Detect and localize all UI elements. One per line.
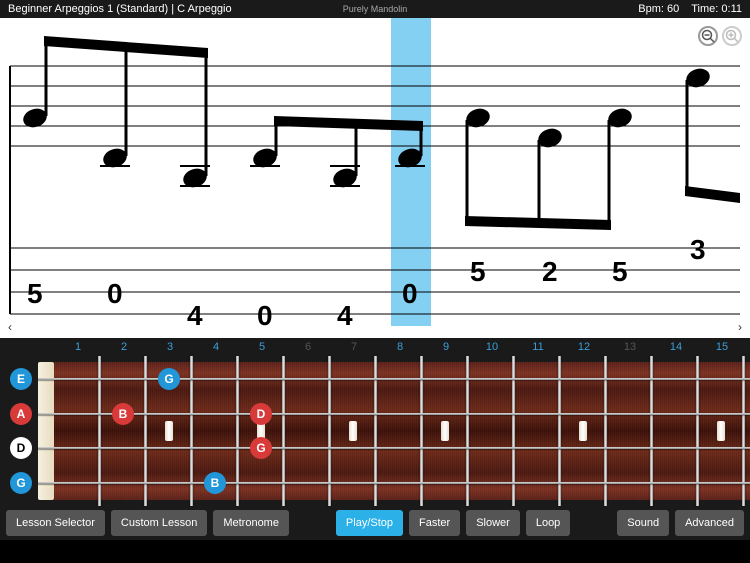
tab-num: 0 [107, 278, 123, 309]
fret-number: 12 [561, 341, 607, 353]
notation-svg: 5 0 4 0 4 0 5 2 5 3 [0, 18, 750, 338]
fret-number: 5 [239, 341, 285, 353]
tab-num: 4 [337, 300, 353, 331]
tab-num: 4 [187, 300, 203, 331]
zoom-in-button[interactable] [722, 26, 742, 46]
fretboard-note[interactable]: G [250, 437, 272, 459]
fret-number: 4 [193, 341, 239, 353]
string-line [38, 482, 750, 484]
tab-num: 3 [690, 234, 706, 265]
fret-number: 8 [377, 341, 423, 353]
fret-number: 15 [699, 341, 745, 353]
fret-number: 7 [331, 341, 377, 353]
fretboard-note[interactable]: B [112, 403, 134, 425]
string-row: G [0, 466, 750, 501]
fret-number: 2 [101, 341, 147, 353]
bottom-black-bar [0, 540, 750, 563]
fret-number: 9 [423, 341, 469, 353]
loop-button[interactable]: Loop [526, 510, 570, 536]
lesson-selector-button[interactable]: Lesson Selector [6, 510, 105, 536]
app-header: Beginner Arpeggios 1 (Standard) | C Arpe… [0, 0, 750, 18]
open-string-label[interactable]: E [10, 368, 32, 390]
metronome-button[interactable]: Metronome [213, 510, 289, 536]
score-area[interactable]: 5 0 4 0 4 0 5 2 5 3 ‹ › [0, 18, 750, 338]
toolbar: Lesson Selector Custom Lesson Metronome … [0, 506, 750, 540]
fret-number: 3 [147, 341, 193, 353]
fret-number: 14 [653, 341, 699, 353]
faster-button[interactable]: Faster [409, 510, 460, 536]
string-row: D [0, 431, 750, 466]
sound-button[interactable]: Sound [617, 510, 669, 536]
fretboard-note[interactable]: D [250, 403, 272, 425]
tab-num: 0 [402, 278, 418, 309]
fret-number: 10 [469, 341, 515, 353]
string-line [38, 413, 750, 415]
custom-lesson-button[interactable]: Custom Lesson [111, 510, 207, 536]
string-row: E [0, 362, 750, 397]
time-label: Time: 0:11 [691, 3, 742, 15]
fret-number: 6 [285, 341, 331, 353]
open-string-label[interactable]: D [10, 437, 32, 459]
play-stop-button[interactable]: Play/Stop [336, 510, 403, 536]
bpm-label: Bpm: 60 [638, 3, 679, 15]
fret-number: 11 [515, 341, 561, 353]
tab-num: 0 [257, 300, 273, 331]
tab-num: 5 [27, 278, 43, 309]
fret-number-row: 123456789101112131415 [0, 338, 750, 356]
brand-label: Purely Mandolin [343, 4, 408, 14]
open-string-label[interactable]: G [10, 472, 32, 494]
tab-num: 2 [542, 256, 558, 287]
fret-number: 13 [607, 341, 653, 353]
open-string-label[interactable]: A [10, 403, 32, 425]
string-line [38, 447, 750, 449]
tab-num: 5 [470, 256, 486, 287]
slower-button[interactable]: Slower [466, 510, 520, 536]
fretboard[interactable]: EADGGBDGB [0, 356, 750, 506]
tab-num: 5 [612, 256, 628, 287]
string-line [38, 378, 750, 380]
lesson-title: Beginner Arpeggios 1 (Standard) | C Arpe… [8, 3, 232, 15]
zoom-out-button[interactable] [698, 26, 718, 46]
advanced-button[interactable]: Advanced [675, 510, 744, 536]
fretboard-note[interactable]: B [204, 472, 226, 494]
fret-number: 1 [55, 341, 101, 353]
fretboard-note[interactable]: G [158, 368, 180, 390]
